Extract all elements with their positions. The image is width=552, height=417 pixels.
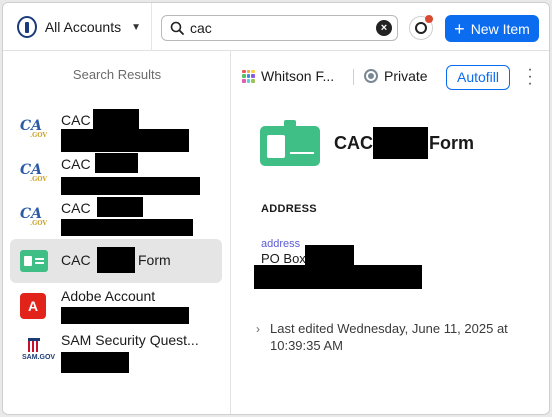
result-title: CAC <box>61 112 91 128</box>
redaction <box>61 129 189 152</box>
new-item-button[interactable]: + New Item <box>445 15 539 42</box>
result-item[interactable]: A Adobe Account <box>10 285 222 329</box>
field-value[interactable]: PO Box <box>261 251 306 266</box>
redaction <box>95 153 138 173</box>
section-label: ADDRESS <box>261 203 317 215</box>
redaction <box>97 247 135 273</box>
chevron-right-icon: › <box>256 322 260 336</box>
search-input[interactable]: cac <box>190 20 376 36</box>
item-detail-panel: Whitson F... Private Autofill · · · CAC Fo… <box>232 51 549 414</box>
item-title-suffix: Form <box>429 133 474 153</box>
last-edited-toggle[interactable]: › Last edited Wednesday, June 11, 2025 a… <box>256 320 546 354</box>
result-item[interactable]: CA .GOV CAC <box>10 109 222 153</box>
adobe-logo-icon: A <box>20 293 48 321</box>
result-title-prefix: CAC <box>61 252 91 268</box>
result-title: SAM Security Quest... <box>61 332 199 348</box>
app-window: All Accounts ▼ cac × + New Item Search R… <box>2 2 550 415</box>
redaction <box>61 219 193 236</box>
item-title: CAC <box>334 133 373 154</box>
item-title-prefix: CAC <box>334 133 373 153</box>
redaction <box>61 307 189 324</box>
results-header: Search Results <box>72 67 162 82</box>
cac-gov-logo-icon: CA .GOV <box>20 162 47 183</box>
result-item[interactable]: SAM.GOV SAM Security Quest... <box>10 329 222 373</box>
result-title: CAC <box>61 200 91 216</box>
search-field[interactable]: cac × <box>161 15 398 41</box>
onepassword-logo-icon <box>17 16 37 38</box>
autofill-button[interactable]: Autofill <box>446 65 510 90</box>
search-icon <box>170 21 184 35</box>
redaction <box>305 245 354 267</box>
private-vault-icon <box>364 69 378 83</box>
result-item-selected[interactable]: CAC Form <box>10 239 222 283</box>
clear-search-icon[interactable]: × <box>376 20 392 36</box>
result-item[interactable]: CA .GOV CAC <box>10 153 222 197</box>
redaction <box>254 265 422 289</box>
new-item-label: New Item <box>470 20 530 37</box>
sam-gov-logo-icon: SAM.GOV <box>20 337 55 365</box>
id-card-icon <box>260 120 320 166</box>
visibility-label: Private <box>384 68 428 84</box>
cac-gov-logo-icon: CA .GOV <box>20 118 47 139</box>
result-item[interactable]: CA .GOV CAC <box>10 197 222 241</box>
watchtower-button[interactable] <box>409 15 433 40</box>
plus-icon: + <box>454 18 465 39</box>
redaction <box>61 177 200 195</box>
divider <box>353 69 354 85</box>
vault-selector[interactable]: Whitson F... <box>242 68 334 84</box>
result-title: Adobe Account <box>61 288 156 304</box>
id-card-icon <box>20 247 48 275</box>
vault-name: Whitson F... <box>261 68 335 84</box>
redaction <box>373 127 428 159</box>
cac-gov-logo-icon: CA .GOV <box>20 206 47 227</box>
top-bar: All Accounts ▼ cac × + New Item <box>3 3 549 51</box>
watchtower-icon <box>415 22 427 34</box>
chevron-down-icon: ▼ <box>131 21 141 33</box>
account-label: All Accounts <box>44 19 122 35</box>
last-edited-line1: Last edited Wednesday, June 11, 2025 at <box>270 321 508 336</box>
vault-icon <box>242 69 255 83</box>
result-title: CAC <box>61 156 91 172</box>
divider <box>151 3 152 51</box>
field-label: address <box>261 238 301 250</box>
redaction <box>97 197 143 217</box>
account-switcher[interactable]: All Accounts ▼ <box>13 13 141 41</box>
more-options-icon[interactable]: · · · <box>526 62 534 92</box>
detail-toolbar: Whitson F... Private Autofill · · · <box>232 51 549 99</box>
notification-dot <box>425 15 433 23</box>
search-results-panel: Search Results CA .GOV CAC CA .GOV CAC CA.… <box>3 51 231 414</box>
visibility-indicator[interactable]: Private <box>364 68 428 84</box>
redaction <box>61 352 129 373</box>
result-title-suffix: Form <box>138 252 171 268</box>
last-edited-line2: 10:39:35 AM <box>270 338 343 353</box>
redaction <box>93 109 139 129</box>
